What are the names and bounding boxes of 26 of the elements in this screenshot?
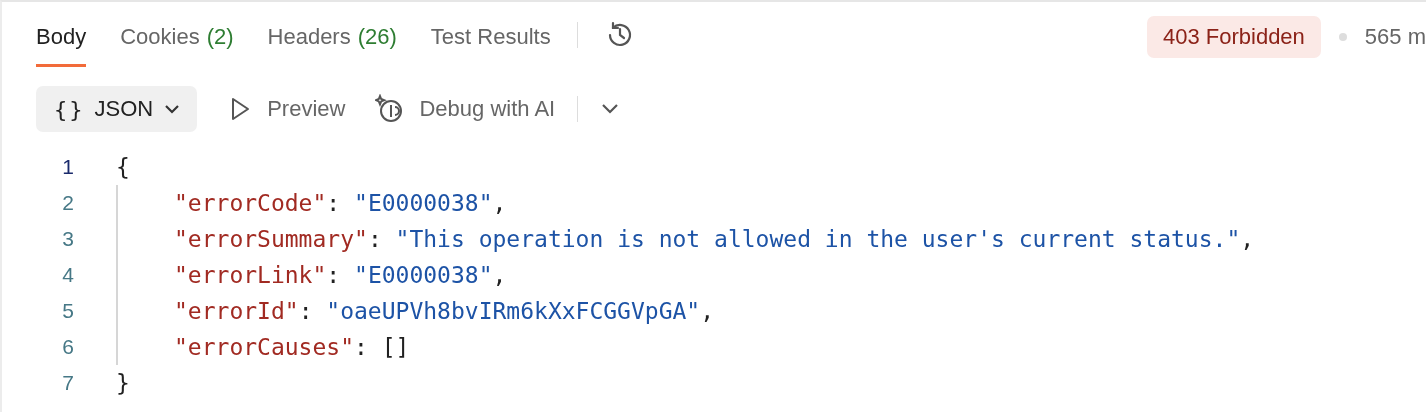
code-line: "errorId": "oaeUPVh8bvIRm6kXxFCGGVpGA", <box>116 293 715 329</box>
response-tab[interactable]: Headers (26) <box>267 6 397 67</box>
line-number: 1 <box>61 155 74 179</box>
debug-button[interactable]: Debug with AI <box>375 94 556 124</box>
preview-button[interactable]: Preview <box>227 96 346 122</box>
code-line: "errorSummary": "This operation is not allowed in the user's current status.", <box>116 221 1255 257</box>
response-tab[interactable]: Cookies (2) <box>120 6 234 67</box>
separator-dot <box>1338 33 1347 41</box>
line-number: 4 <box>61 263 74 287</box>
code-line: { <box>116 153 130 182</box>
response-tab[interactable]: Body <box>36 6 87 67</box>
code-line: "errorLink": "E0000038", <box>116 257 507 293</box>
line-number: 6 <box>61 335 74 359</box>
line-number: 5 <box>61 299 74 323</box>
line-number: 3 <box>61 227 74 251</box>
code-line: "errorCode": "E0000038", <box>116 185 507 221</box>
response-tab[interactable]: Test Results <box>430 6 551 67</box>
line-number: 7 <box>61 371 74 395</box>
code-line: } <box>116 369 130 398</box>
line-number: 2 <box>61 191 74 215</box>
response-time: 565 m <box>1364 24 1426 50</box>
status-badge: 403 Forbidden <box>1146 16 1321 58</box>
code-line: "errorCauses": [] <box>116 329 410 365</box>
chevron-icon[interactable] <box>600 102 621 116</box>
caret-icon <box>163 103 182 115</box>
format-dropdown[interactable]: {} JSON <box>36 86 198 132</box>
